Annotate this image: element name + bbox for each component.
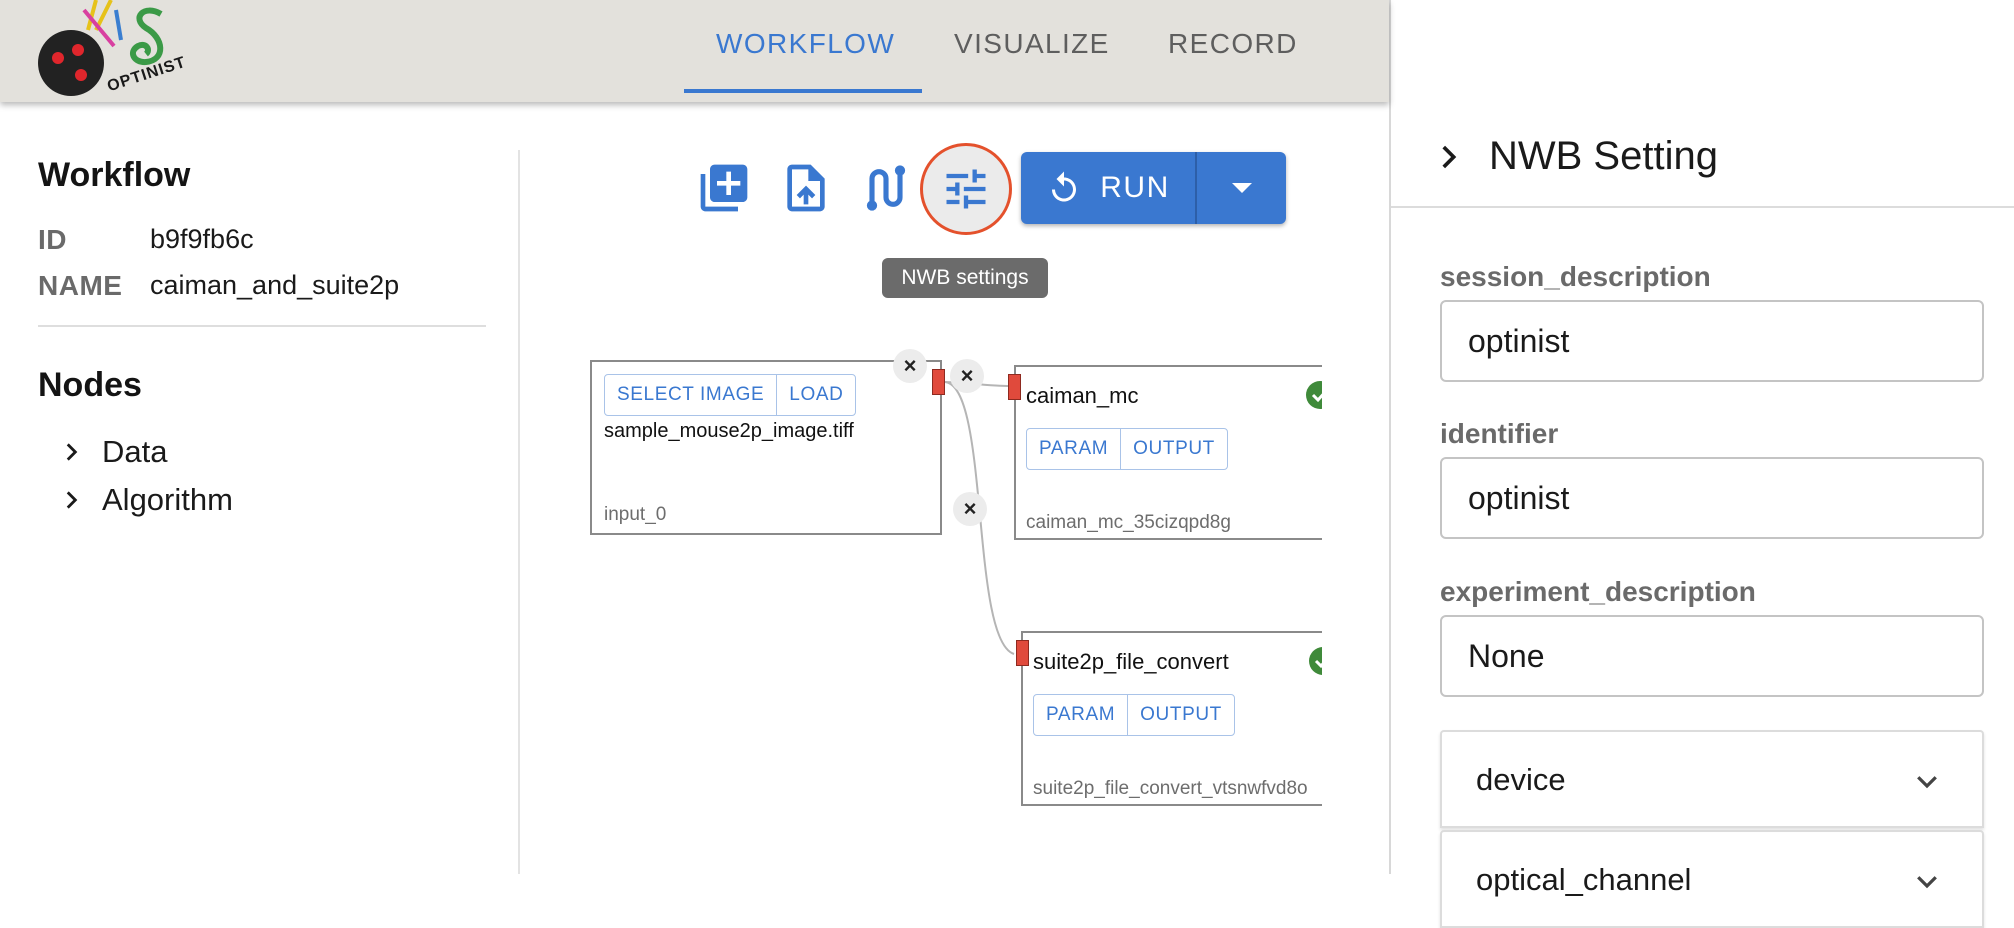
run-button[interactable]: RUN [1021,152,1197,224]
name-label: NAME [38,270,123,301]
field-label: session_description [1440,261,1711,292]
chevron-right-icon [66,443,78,461]
import-workflow-button[interactable] [778,160,834,216]
route-button[interactable] [858,160,914,216]
tree-item-label: Data [102,434,168,469]
input-file-name: sample_mouse2p_image.tiff [604,420,854,442]
output-button[interactable]: OUTPUT [1120,429,1227,469]
route-icon [866,165,906,211]
input-handle[interactable] [1016,640,1029,666]
experiment-description-input[interactable] [1440,615,1984,697]
accordion-device[interactable]: device [1440,730,1984,828]
chevron-down-icon [1917,876,1937,889]
accordion-label: optical_channel [1476,862,1692,897]
run-dropdown-button[interactable] [1197,152,1286,224]
workflow-name-value: caiman_and_suite2p [150,270,400,300]
add-library-button[interactable] [696,160,752,216]
active-tab-indicator [684,89,922,93]
sidebar-divider-line [38,325,486,327]
select-image-button[interactable]: SELECT IMAGE [605,375,776,415]
node-id: input_0 [604,504,667,525]
input-node-button-group: SELECT IMAGE LOAD [604,374,857,416]
param-button[interactable]: PARAM [1027,429,1120,469]
tree-item-label: Algorithm [102,482,233,517]
tune-sliders-icon [946,169,986,209]
node-id: caiman_mc_35cizqpd8g [1026,512,1231,533]
delete-node-button[interactable]: × [893,349,927,383]
workflow-heading: Workflow [38,156,191,194]
session-description-input[interactable] [1440,300,1984,382]
close-icon: × [903,353,917,378]
workflow-id-value: b9f9fb6c [150,224,254,254]
run-button-group: RUN [1021,152,1286,224]
optinist-logo: OPTINIST [36,0,196,100]
nwb-settings-panel: NWB Setting session_description identifi… [1389,0,2014,928]
nwb-panel-title: NWB Setting [1489,134,1718,178]
upload-file-icon [787,164,825,212]
app-bar: OPTINIST WORKFLOW VISUALIZE RECORD [0,0,1389,102]
tree-item-data[interactable]: Data [58,434,167,470]
tab-workflow[interactable]: WORKFLOW [716,28,895,60]
nwb-settings-button[interactable] [920,143,1012,235]
load-button[interactable]: LOAD [776,375,855,415]
param-button[interactable]: PARAM [1034,695,1127,735]
close-icon: × [963,496,977,521]
workflow-canvas[interactable]: SELECT IMAGE LOAD sample_mouse2p_image.t… [520,240,1322,874]
tree-item-algorithm[interactable]: Algorithm [58,482,233,518]
field-label: identifier [1440,418,1559,449]
node-button-group: PARAM OUTPUT [1033,694,1235,736]
algorithm-node-suite2p-file-convert[interactable]: suite2p_file_convert PARAM OUTPUT suite2… [1021,631,1322,806]
success-check-icon [1306,381,1322,409]
chevron-right-icon [66,491,78,509]
add-library-icon [700,164,748,212]
chevron-right-icon[interactable] [1431,140,1465,174]
nwb-panel-header: NWB Setting [1391,110,2014,208]
node-title: suite2p_file_convert [1033,649,1229,674]
image-input-node[interactable]: SELECT IMAGE LOAD sample_mouse2p_image.t… [590,360,942,535]
tab-visualize[interactable]: VISUALIZE [954,28,1110,60]
input-handle[interactable] [1008,374,1021,400]
output-handle[interactable] [932,369,945,395]
tab-record[interactable]: RECORD [1168,28,1298,60]
node-button-group: PARAM OUTPUT [1026,428,1228,470]
caret-down-icon [1231,183,1252,193]
output-button[interactable]: OUTPUT [1127,695,1234,735]
node-title: caiman_mc [1026,383,1139,408]
run-label: RUN [1100,171,1170,204]
nodes-heading: Nodes [38,366,142,404]
refresh-icon [1052,171,1077,202]
id-label: ID [38,224,67,255]
node-id: suite2p_file_convert_vtsnwfvd8o [1033,778,1308,799]
delete-edge-button[interactable]: × [953,492,987,526]
algorithm-node-caiman-mc[interactable]: caiman_mc PARAM OUTPUT caiman_mc_35cizqp… [1014,365,1322,540]
close-icon: × [960,363,974,388]
field-label: experiment_description [1440,576,1756,607]
accordion-label: device [1476,762,1566,797]
success-check-icon [1309,647,1322,675]
delete-edge-button[interactable]: × [950,359,984,393]
chevron-down-icon [1917,776,1937,789]
accordion-optical-channel[interactable]: optical_channel [1440,830,1984,928]
identifier-input[interactable] [1440,457,1984,539]
